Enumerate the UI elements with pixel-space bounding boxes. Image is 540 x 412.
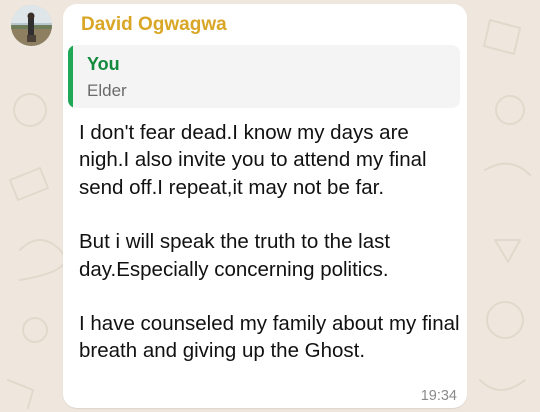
contact-avatar[interactable] <box>11 5 52 46</box>
quoted-reply[interactable]: You Elder <box>68 45 460 108</box>
quote-accent-bar <box>68 45 73 108</box>
quoted-text: Elder <box>87 81 127 100</box>
quoted-author: You <box>87 54 120 74</box>
message-timestamp: 19:34 <box>420 388 457 404</box>
message-paragraph: I have counseled my family about my fina… <box>79 312 460 363</box>
message-paragraph: I don't fear dead.I know my days are nig… <box>79 121 427 199</box>
incoming-message-bubble[interactable]: David Ogwagwa You Elder I don't fear dea… <box>63 4 467 408</box>
contact-photo-icon <box>11 5 52 46</box>
sender-name[interactable]: David Ogwagwa <box>81 14 227 36</box>
message-paragraph: But i will speak the truth to the last d… <box>79 230 391 281</box>
message-text: I don't fear dead.I know my days are nig… <box>79 119 463 365</box>
